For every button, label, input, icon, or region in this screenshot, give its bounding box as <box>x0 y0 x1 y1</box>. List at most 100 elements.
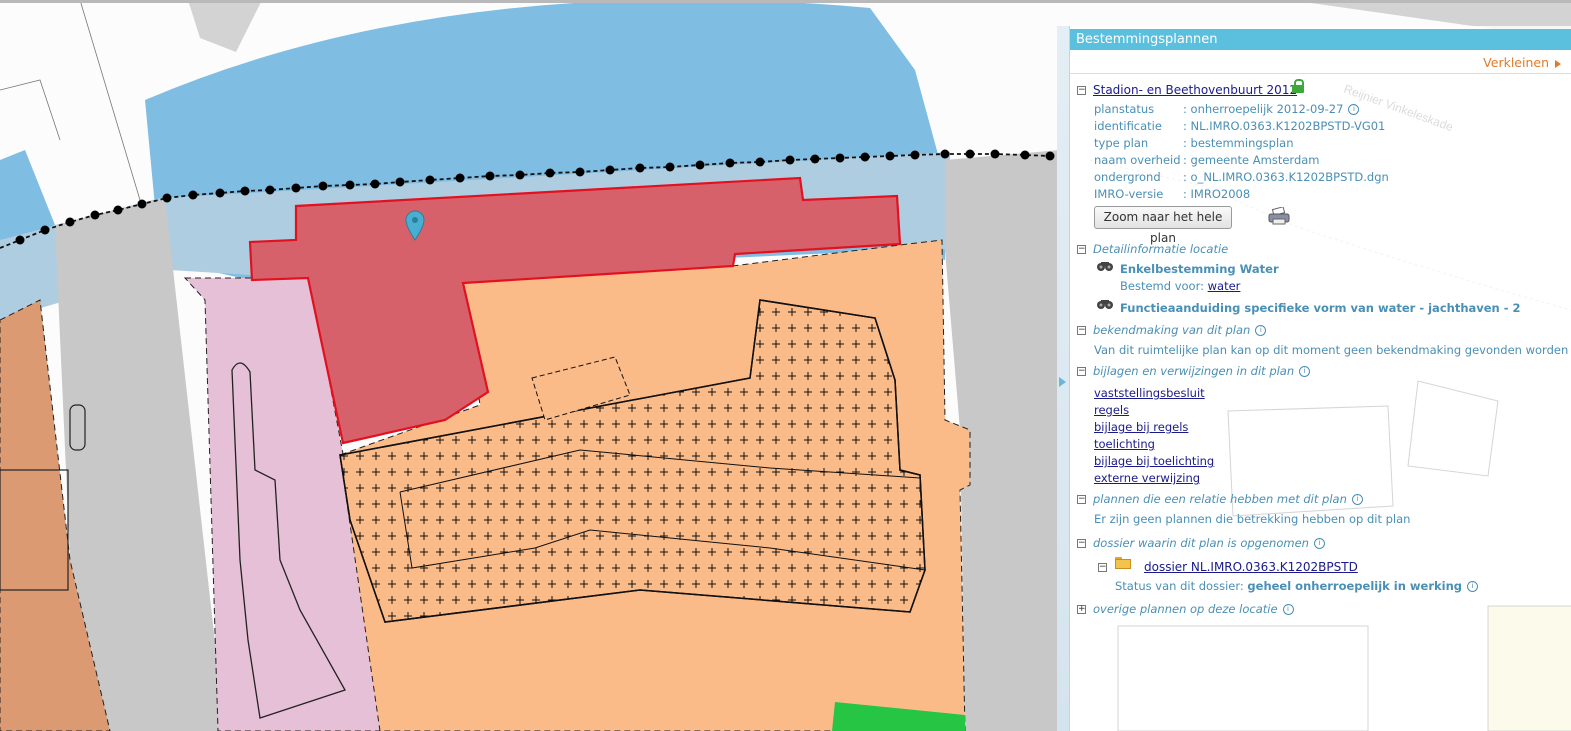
boundary-dot <box>137 199 147 209</box>
binoculars-icon <box>1097 300 1113 309</box>
boundary-dot <box>162 193 172 203</box>
bekendmaking-text: Van dit ruimtelijke plan kan op dit mome… <box>1094 343 1569 357</box>
boundary-dot <box>318 181 328 191</box>
boundary-dot <box>605 165 615 175</box>
field-label-ondergrond: ondergrond <box>1094 170 1161 184</box>
field-value-imro-versie: : IMRO2008 <box>1183 187 1251 201</box>
boundary-dot <box>113 205 123 215</box>
triangle-right-icon <box>1555 59 1561 68</box>
boundary-dot <box>665 162 675 172</box>
dossier-heading: dossier waarin dit plan is opgenomen i <box>1093 536 1325 550</box>
divider <box>1070 73 1571 74</box>
boundary-dot <box>240 186 250 196</box>
zoom-to-plan-button[interactable]: Zoom naar het hele plan <box>1094 206 1232 245</box>
field-value-naam-overheid: : gemeente Amsterdam <box>1183 153 1320 167</box>
boundary-dot <box>860 152 870 162</box>
binoculars-icon <box>1097 262 1113 271</box>
boundary-dot <box>1020 150 1030 160</box>
boundary-dot <box>15 235 25 245</box>
boundary-dot <box>455 173 465 183</box>
boundary-dot <box>425 175 435 185</box>
field-label-naam-overheid: naam overheid <box>1094 153 1181 167</box>
panel-content: Verkleinen − Stadion- en Beethovenbuurt … <box>1070 50 1571 731</box>
boundary-dot <box>810 154 820 164</box>
field-label-imro-versie: IMRO-versie <box>1094 187 1164 201</box>
boundary-dot <box>835 153 845 163</box>
verkleinen-link[interactable]: Verkleinen <box>1483 55 1561 70</box>
overige-heading: overige plannen op deze locatie i <box>1093 602 1294 616</box>
boundary-dot <box>695 160 705 170</box>
bestemd-voor-row: Bestemd voor: water <box>1120 279 1241 293</box>
field-label-identificatie: identificatie <box>1094 119 1162 133</box>
collapse-dossier-item-toggle[interactable]: − <box>1098 563 1107 572</box>
field-value-ondergrond: : o_NL.IMRO.0363.K1202BPSTD.dgn <box>1183 170 1389 184</box>
panel-collapse-handle[interactable] <box>1057 26 1070 731</box>
plan-name-link[interactable]: Stadion- en Beethovenbuurt 2012 <box>1093 83 1297 97</box>
folder-icon <box>1115 557 1131 569</box>
dossier-link[interactable]: dossier NL.IMRO.0363.K1202BPSTD <box>1144 560 1358 574</box>
info-icon[interactable]: i <box>1299 366 1311 377</box>
boundary-dot <box>1045 151 1055 161</box>
boundary-dot <box>345 180 355 190</box>
bestemd-voor-link[interactable]: water <box>1208 279 1241 293</box>
collapse-relaties-toggle[interactable]: − <box>1077 495 1086 504</box>
boundary-dot <box>215 188 225 198</box>
boundary-dot <box>188 190 198 200</box>
field-value-identificatie: : NL.IMRO.0363.K1202BPSTD-VG01 <box>1183 119 1386 133</box>
field-label-type-plan: type plan <box>1094 136 1149 150</box>
field-value-planstatus: : onherroepelijk 2012-09-27 i <box>1183 102 1360 116</box>
panel-title: Bestemmingsplannen <box>1070 29 1571 50</box>
collapse-bekendmaking-toggle[interactable]: − <box>1077 326 1086 335</box>
boundary-dot <box>635 163 645 173</box>
boundary-dot <box>725 158 735 168</box>
boundary-dot <box>265 185 275 195</box>
relaties-text: Er zijn geen plannen die betrekking hebb… <box>1094 512 1411 526</box>
boundary-dot <box>485 171 495 181</box>
collapse-plan-toggle[interactable]: − <box>1077 86 1086 95</box>
boundary-dot <box>575 167 585 177</box>
info-icon[interactable]: i <box>1467 581 1479 592</box>
boundary-dot <box>40 225 50 235</box>
info-icon[interactable]: i <box>1348 104 1360 115</box>
collapse-bijlagen-toggle[interactable]: − <box>1077 367 1086 376</box>
info-icon[interactable]: i <box>1313 538 1325 549</box>
bijlage-link-vaststellingsbesluit[interactable]: vaststellingsbesluit <box>1094 386 1205 400</box>
window-top-border <box>0 0 1571 3</box>
boundary-dot <box>545 168 555 178</box>
boundary-dot <box>395 177 405 187</box>
expand-overige-toggle[interactable]: + <box>1077 605 1086 614</box>
bijlage-link-regels[interactable]: regels <box>1094 403 1129 417</box>
detail-heading: Detailinformatie locatie <box>1093 242 1229 256</box>
boundary-dot <box>965 149 975 159</box>
arrow-right-icon <box>1059 377 1066 387</box>
field-value-type-plan: : bestemmingsplan <box>1183 136 1294 150</box>
bijlage-link-toelichting[interactable]: toelichting <box>1094 437 1155 451</box>
verkleinen-label: Verkleinen <box>1483 55 1549 70</box>
boundary-dot <box>90 210 100 220</box>
collapse-detail-toggle[interactable]: − <box>1077 245 1086 254</box>
enkelbestemming-label: Enkelbestemming Water <box>1120 262 1279 276</box>
bijlagen-heading: bijlagen en verwijzingen in dit plan i <box>1093 364 1311 378</box>
boundary-dot <box>755 157 765 167</box>
bekendmaking-heading: bekendmaking van dit plan i <box>1093 323 1267 337</box>
bijlage-link-bijlage-bij-toelichting[interactable]: bijlage bij toelichting <box>1094 454 1214 468</box>
boundary-dot <box>370 179 380 189</box>
functieaanduiding-label: Functieaanduiding specifieke vorm van wa… <box>1120 301 1521 315</box>
bijlage-link-externe-verwijzing[interactable]: externe verwijzing <box>1094 471 1200 485</box>
boundary-dot <box>910 150 920 160</box>
info-icon[interactable]: i <box>1282 604 1294 615</box>
dossier-status: Status van dit dossier: geheel onherroep… <box>1115 579 1479 593</box>
boundary-dot <box>515 170 525 180</box>
info-icon[interactable]: i <box>1351 494 1363 505</box>
field-label-planstatus: planstatus <box>1094 102 1155 116</box>
boundary-dot <box>990 149 1000 159</box>
lock-icon <box>1292 79 1304 93</box>
bijlage-link-bijlage-bij-regels[interactable]: bijlage bij regels <box>1094 420 1188 434</box>
info-icon[interactable]: i <box>1255 325 1267 336</box>
collapse-dossier-toggle[interactable]: − <box>1077 539 1086 548</box>
printer-icon[interactable] <box>1268 207 1290 225</box>
boundary-dot <box>885 151 895 161</box>
relaties-heading: plannen die een relatie hebben met dit p… <box>1093 492 1363 506</box>
boundary-dot <box>291 183 301 193</box>
boundary-dot <box>785 155 795 165</box>
